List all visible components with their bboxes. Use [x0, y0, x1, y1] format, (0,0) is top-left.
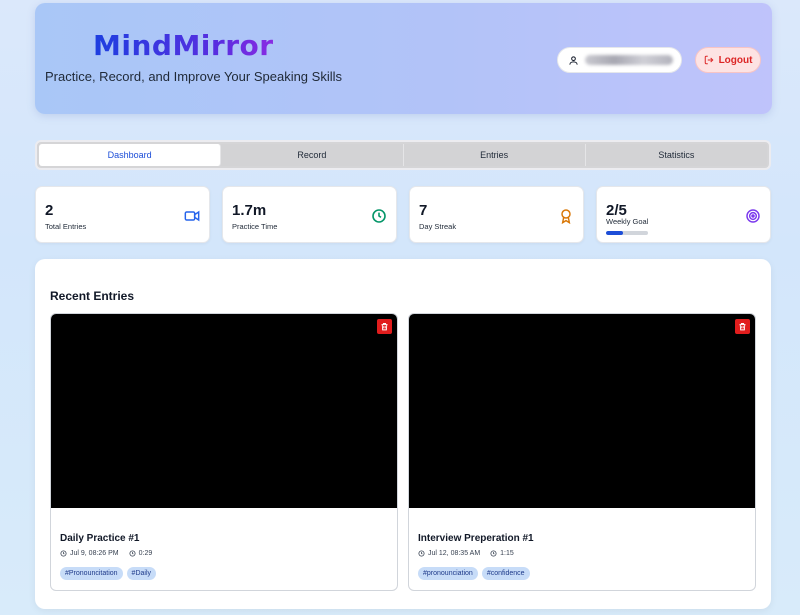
stat-value: 2	[45, 202, 54, 219]
recent-entries-panel: Recent Entries Daily Practice #1 Jul 9, …	[35, 259, 771, 609]
user-icon	[569, 55, 578, 65]
video-player[interactable]	[51, 314, 397, 508]
stat-label: Day Streak	[419, 222, 457, 231]
stat-label: Total Entries	[45, 222, 87, 231]
entry-duration: 1:15	[500, 550, 514, 557]
stat-value: 1.7m	[232, 202, 267, 219]
stat-total-entries: 2 Total Entries	[35, 186, 210, 243]
clock-icon	[60, 550, 67, 557]
stat-label: Weekly Goal	[606, 217, 649, 226]
tag-chip[interactable]: #Daily	[126, 567, 156, 580]
stat-weekly-goal: 2/5 Weekly Goal	[596, 186, 771, 243]
clock-icon	[372, 209, 386, 223]
entry-card: Daily Practice #1 Jul 9, 08:26 PM 0:29 #…	[50, 313, 398, 591]
trash-icon	[381, 323, 388, 331]
trash-icon	[739, 323, 746, 331]
app-header: MindMirror Practice, Record, and Improve…	[35, 3, 772, 114]
main-tabs: Dashboard Record Entries Statistics	[35, 140, 771, 170]
tab-entries[interactable]: Entries	[403, 144, 586, 166]
progress-fill	[606, 231, 623, 235]
stat-label: Practice Time	[232, 222, 278, 231]
tagline: Practice, Record, and Improve Your Speak…	[45, 69, 342, 84]
entry-tags: #pronounciation #confidence	[418, 567, 530, 580]
tab-record[interactable]: Record	[221, 144, 404, 166]
entry-tags: #Pronouncitation #Daily	[60, 567, 156, 580]
section-heading: Recent Entries	[50, 289, 135, 303]
logout-label: Logout	[718, 54, 753, 66]
user-email-redacted	[585, 55, 673, 65]
entry-date: Jul 12, 08:35 AM	[428, 550, 481, 557]
entry-title: Interview Preperation #1	[418, 533, 534, 544]
clock-icon	[129, 550, 136, 557]
logout-button[interactable]: Logout	[695, 47, 761, 73]
award-icon	[561, 209, 571, 224]
entry-title: Daily Practice #1	[60, 533, 140, 544]
delete-button[interactable]	[735, 319, 750, 334]
stat-practice-time: 1.7m Practice Time	[222, 186, 397, 243]
entry-card: Interview Preperation #1 Jul 12, 08:35 A…	[408, 313, 756, 591]
video-icon	[184, 210, 200, 222]
tag-chip[interactable]: #confidence	[481, 567, 530, 580]
delete-button[interactable]	[377, 319, 392, 334]
stat-value: 7	[419, 202, 428, 219]
entry-duration: 0:29	[138, 550, 153, 557]
brand-logo: MindMirror	[93, 29, 274, 62]
entry-date: Jul 9, 08:26 PM	[70, 550, 119, 557]
tab-statistics[interactable]: Statistics	[585, 144, 767, 166]
user-account-pill[interactable]	[557, 47, 682, 73]
logout-icon	[704, 55, 714, 65]
entry-meta: Jul 9, 08:26 PM 0:29	[60, 550, 152, 557]
tab-dashboard[interactable]: Dashboard	[39, 144, 222, 166]
tag-chip[interactable]: #pronounciation	[418, 567, 478, 580]
video-player[interactable]	[409, 314, 755, 508]
clock-icon	[490, 550, 497, 557]
tag-chip[interactable]: #Pronouncitation	[60, 567, 123, 580]
clock-icon	[418, 550, 425, 557]
entry-meta: Jul 12, 08:35 AM 1:15	[418, 550, 514, 557]
stat-day-streak: 7 Day Streak	[409, 186, 584, 243]
target-icon	[746, 209, 760, 223]
weekly-goal-progress	[606, 231, 648, 235]
